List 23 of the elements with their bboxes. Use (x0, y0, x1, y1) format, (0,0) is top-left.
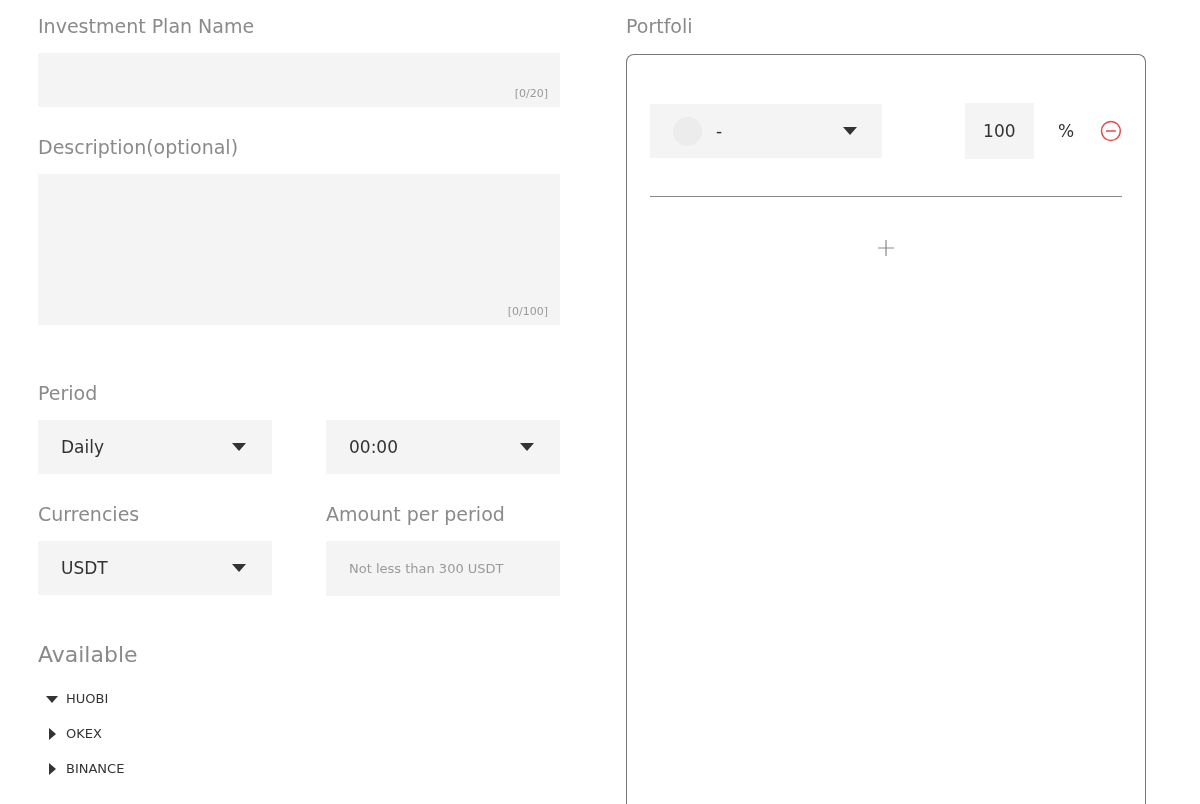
section-heading: Portfoli (626, 14, 694, 39)
character-counter: [0/100] (507, 305, 548, 318)
caret-icon (520, 443, 534, 451)
field-label: Amount per period (326, 502, 506, 527)
section-heading: Available (38, 641, 139, 669)
field-label: Currencies (38, 502, 141, 527)
percent-input[interactable]: 100 (964, 103, 1034, 159)
asset-dropdown[interactable]: - (650, 104, 882, 158)
caret-icon (232, 564, 246, 572)
field-label: Description(optional) (38, 135, 240, 160)
frequency-dropdown[interactable]: Daily (38, 420, 272, 474)
currency-dropdown[interactable]: USDT (38, 541, 272, 595)
field-label: Period (38, 381, 99, 406)
remove-icon[interactable] (1100, 120, 1122, 142)
caret-icon (232, 443, 246, 451)
field-label: Investment Plan Name (38, 14, 256, 39)
percent-sign: % (1058, 121, 1075, 141)
exchange-item[interactable]: OKEX (46, 723, 560, 744)
time-dropdown[interactable]: 00:00 (326, 420, 560, 474)
caret-icon (842, 127, 857, 135)
character-counter: [0/20] (514, 87, 548, 100)
exchange-item[interactable]: BINANCE (46, 758, 560, 779)
exchange-item[interactable]: HUOBI (46, 688, 560, 709)
